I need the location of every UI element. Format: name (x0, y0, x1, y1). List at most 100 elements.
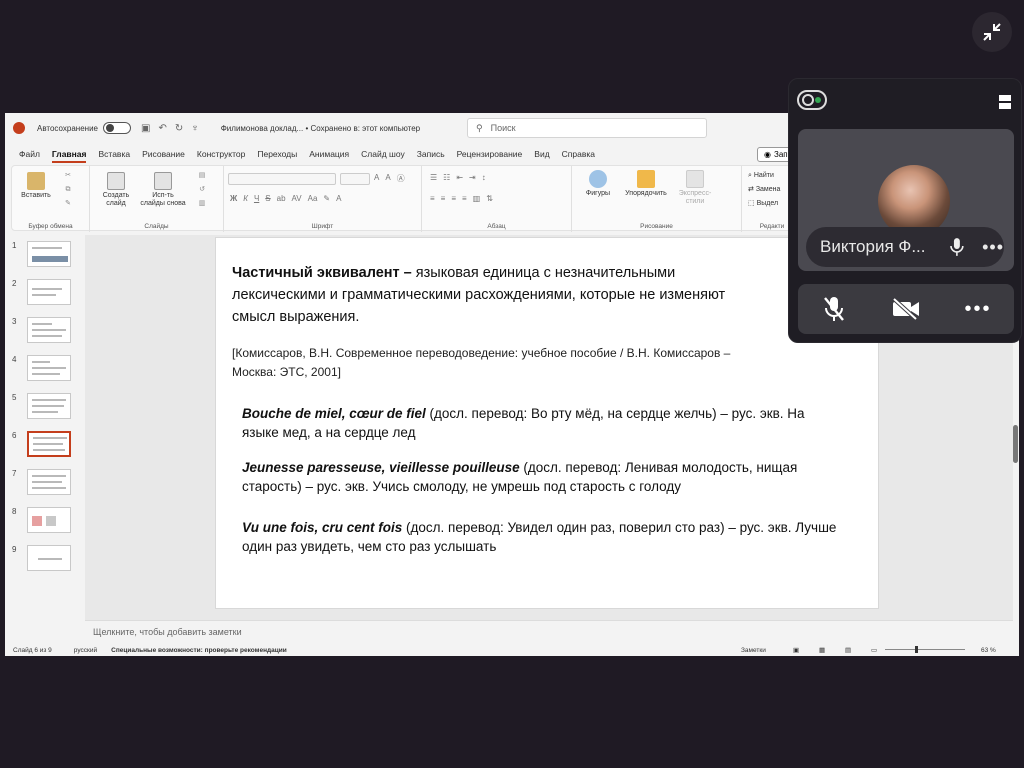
align-left-icon[interactable]: ≡ (430, 194, 435, 203)
slide-counter: Слайд 6 из 9 (13, 646, 52, 654)
layout-icon[interactable]: ▤ (192, 172, 212, 180)
search-input[interactable]: ⚲ Поиск (467, 118, 707, 138)
format-painter-icon[interactable]: ✎ (60, 200, 76, 208)
underline-icon[interactable]: Ч (254, 194, 259, 203)
tab-view[interactable]: Вид (528, 145, 555, 163)
align-center-icon[interactable]: ≡ (441, 194, 446, 203)
slideshow-view-icon[interactable]: ▭ (871, 646, 877, 654)
example-3[interactable]: Vu une fois, cru cent fois (досл. перево… (242, 518, 842, 556)
font-family-select[interactable] (228, 173, 336, 185)
participant-name: Виктория Ф... (820, 237, 926, 256)
highlight-icon[interactable]: ✎ (323, 194, 330, 203)
shadow-icon[interactable]: ab (277, 194, 286, 203)
customize-icon[interactable]: ♆ (191, 123, 199, 134)
tab-insert[interactable]: Вставка (92, 145, 136, 163)
tab-draw[interactable]: Рисование (136, 145, 191, 163)
tab-slideshow[interactable]: Слайд шоу (355, 145, 411, 163)
express-styles-button[interactable]: Экспресс-стили (672, 170, 718, 206)
bullets-icon[interactable]: ☰ (430, 173, 437, 182)
mute-button[interactable] (814, 289, 854, 329)
tab-record[interactable]: Запись (411, 145, 451, 163)
slide-thumbnail-5[interactable] (27, 393, 71, 419)
more-options-button[interactable]: ••• (958, 289, 998, 329)
decrease-indent-icon[interactable]: ⇤ (456, 173, 463, 182)
record-icon: ◉ (764, 150, 771, 159)
tab-home[interactable]: Главная (46, 145, 93, 163)
layout-icon[interactable] (997, 93, 1013, 111)
redo-icon[interactable]: ↻ (175, 123, 183, 134)
normal-view-icon[interactable]: ▣ (793, 646, 799, 654)
zoom-slider-knob[interactable] (915, 646, 918, 653)
slide-thumbnail-7[interactable] (27, 469, 71, 495)
reuse-slides-button[interactable]: Исп-ть слайды снова (140, 172, 186, 208)
zoom-slider[interactable] (885, 649, 965, 650)
slide-thumbnail-4[interactable] (27, 355, 71, 381)
shapes-button[interactable]: Фигуры (578, 170, 618, 198)
undo-icon[interactable]: ↶ (158, 123, 166, 134)
columns-icon[interactable]: ▥ (473, 194, 481, 203)
tab-design[interactable]: Конструктор (191, 145, 251, 163)
definition-paragraph[interactable]: Частичный эквивалент – языковая единица … (232, 262, 772, 328)
save-icon[interactable]: ▣ (141, 123, 150, 134)
cut-icon[interactable]: ✂ (60, 172, 76, 180)
font-size-select[interactable] (340, 173, 370, 185)
participant-tile[interactable]: Виктория Ф... ••• (798, 129, 1014, 271)
scrollbar-thumb[interactable] (1013, 425, 1018, 463)
strike-icon[interactable]: S (265, 194, 270, 203)
exit-fullscreen-button[interactable] (972, 12, 1012, 52)
shrink-font-icon[interactable]: A (385, 173, 390, 184)
grow-font-icon[interactable]: A (374, 173, 379, 184)
example-2[interactable]: Jeunesse paresseuse, vieillesse pouilleu… (242, 458, 842, 496)
paste-button[interactable]: Вставить (18, 172, 54, 200)
numbering-icon[interactable]: ☷ (443, 173, 450, 182)
call-top-bar (789, 79, 1021, 125)
reset-icon[interactable]: ↺ (192, 186, 212, 194)
spacing-icon[interactable]: AV (292, 194, 302, 203)
bold-icon[interactable]: Ж (230, 194, 237, 203)
slide-thumbnail-1[interactable] (27, 241, 71, 267)
slide-thumbnail-6[interactable] (27, 431, 71, 457)
current-slide[interactable]: Частичный эквивалент – языковая единица … (215, 237, 879, 609)
slide-thumbnail-3[interactable] (27, 317, 71, 343)
companion-mode-icon[interactable] (797, 89, 829, 111)
justify-icon[interactable]: ≡ (462, 194, 467, 203)
increase-indent-icon[interactable]: ⇥ (469, 173, 476, 182)
participant-more-icon[interactable]: ••• (982, 237, 1004, 258)
example-1[interactable]: Bouche de miel, cœur de fiel (досл. пере… (242, 404, 842, 442)
list-buttons: ☰ ☷ ⇤ ⇥ ↕ (430, 173, 486, 182)
line-spacing-icon[interactable]: ↕ (482, 173, 486, 182)
document-title[interactable]: Филимонова доклад... • Сохранено в: этот… (221, 124, 420, 133)
slide-thumbnail-9[interactable] (27, 545, 71, 571)
slide-sorter-icon[interactable]: ▦ (819, 646, 825, 654)
notes-pane[interactable]: Щелкните, чтобы добавить заметки (85, 620, 1013, 644)
text-direction-icon[interactable]: ⇅ (486, 194, 493, 203)
citation-paragraph[interactable]: [Комиссаров, В.Н. Современное переводове… (232, 344, 772, 382)
collapse-icon (983, 23, 1001, 41)
case-icon[interactable]: Aa (308, 194, 318, 203)
new-slide-button[interactable]: Создать слайд (96, 172, 136, 208)
autosave-toggle[interactable] (102, 122, 131, 134)
tab-file[interactable]: Файл (13, 145, 46, 163)
notes-button[interactable]: Заметки (741, 647, 766, 654)
language-indicator[interactable]: русский (74, 647, 97, 654)
tab-help[interactable]: Справка (556, 145, 601, 163)
align-right-icon[interactable]: ≡ (451, 194, 456, 203)
font-color-icon[interactable]: A (336, 194, 341, 203)
group-font: A A Ⓐ Ж К Ч Sab AV Aa ✎ A Шрифт (224, 166, 422, 232)
section-icon[interactable]: ▥ (192, 200, 212, 208)
reading-view-icon[interactable]: ▤ (845, 646, 851, 654)
slide-thumbnail-8[interactable] (27, 507, 71, 533)
arrange-button[interactable]: Упорядочить (622, 170, 670, 198)
arrange-label: Упорядочить (625, 190, 667, 197)
accessibility-status[interactable]: Специальные возможности: проверьте реком… (111, 647, 287, 654)
tab-animations[interactable]: Анимация (303, 145, 355, 163)
tab-transitions[interactable]: Переходы (251, 145, 303, 163)
camera-button[interactable] (886, 289, 926, 329)
copy-icon[interactable]: ⧉ (60, 186, 76, 194)
shapes-icon (589, 170, 607, 188)
clear-format-icon[interactable]: Ⓐ (397, 173, 405, 184)
tab-review[interactable]: Рецензирование (451, 145, 529, 163)
slide-thumbnail-2[interactable] (27, 279, 71, 305)
zoom-level[interactable]: 63 % (981, 647, 996, 654)
italic-icon[interactable]: К (243, 194, 248, 203)
